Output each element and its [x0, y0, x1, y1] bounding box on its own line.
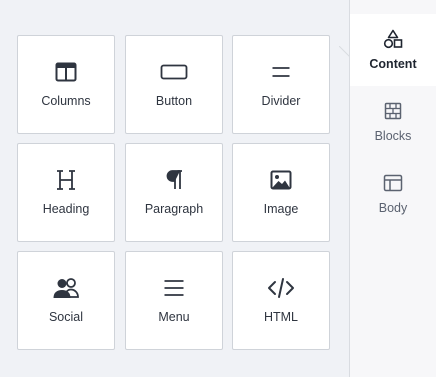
side-panel-tabs: Content Blocks Body: [349, 0, 436, 377]
paragraph-icon: [126, 168, 222, 192]
tool-columns[interactable]: Columns: [17, 35, 115, 134]
tab-label: Blocks: [374, 129, 412, 143]
blocks-icon: [350, 100, 436, 122]
image-icon: [233, 168, 329, 192]
social-icon: [18, 276, 114, 300]
tool-label: Paragraph: [144, 202, 204, 216]
tool-label: Social: [48, 310, 84, 324]
columns-icon: [18, 60, 114, 84]
editor-panel: Columns Button Divider Heading Paragraph…: [0, 0, 436, 377]
tool-paragraph[interactable]: Paragraph: [125, 143, 223, 242]
tool-label: Menu: [158, 310, 190, 324]
body-layout-icon: [350, 172, 436, 194]
tool-divider[interactable]: Divider: [232, 35, 330, 134]
menu-icon: [126, 276, 222, 300]
shapes-icon: [350, 28, 436, 50]
button-icon: [126, 60, 222, 84]
tab-label: Body: [378, 201, 408, 215]
tool-label: Divider: [261, 94, 301, 108]
tool-label: Columns: [41, 94, 91, 108]
content-tools-grid: Columns Button Divider Heading Paragraph…: [0, 0, 349, 377]
tool-html[interactable]: HTML: [232, 251, 330, 350]
heading-icon: [18, 168, 114, 192]
tool-label: HTML: [263, 310, 299, 324]
tab-label: Content: [369, 57, 417, 71]
html-code-icon: [233, 276, 329, 300]
tool-label: Button: [155, 94, 193, 108]
tool-social[interactable]: Social: [17, 251, 115, 350]
tool-label: Heading: [42, 202, 90, 216]
tool-menu[interactable]: Menu: [125, 251, 223, 350]
tool-heading[interactable]: Heading: [17, 143, 115, 242]
tool-image[interactable]: Image: [232, 143, 330, 242]
tool-button[interactable]: Button: [125, 35, 223, 134]
tab-content[interactable]: Content: [350, 14, 436, 86]
tab-blocks[interactable]: Blocks: [350, 86, 436, 158]
tool-label: Image: [263, 202, 299, 216]
divider-icon: [233, 60, 329, 84]
tab-body[interactable]: Body: [350, 158, 436, 230]
